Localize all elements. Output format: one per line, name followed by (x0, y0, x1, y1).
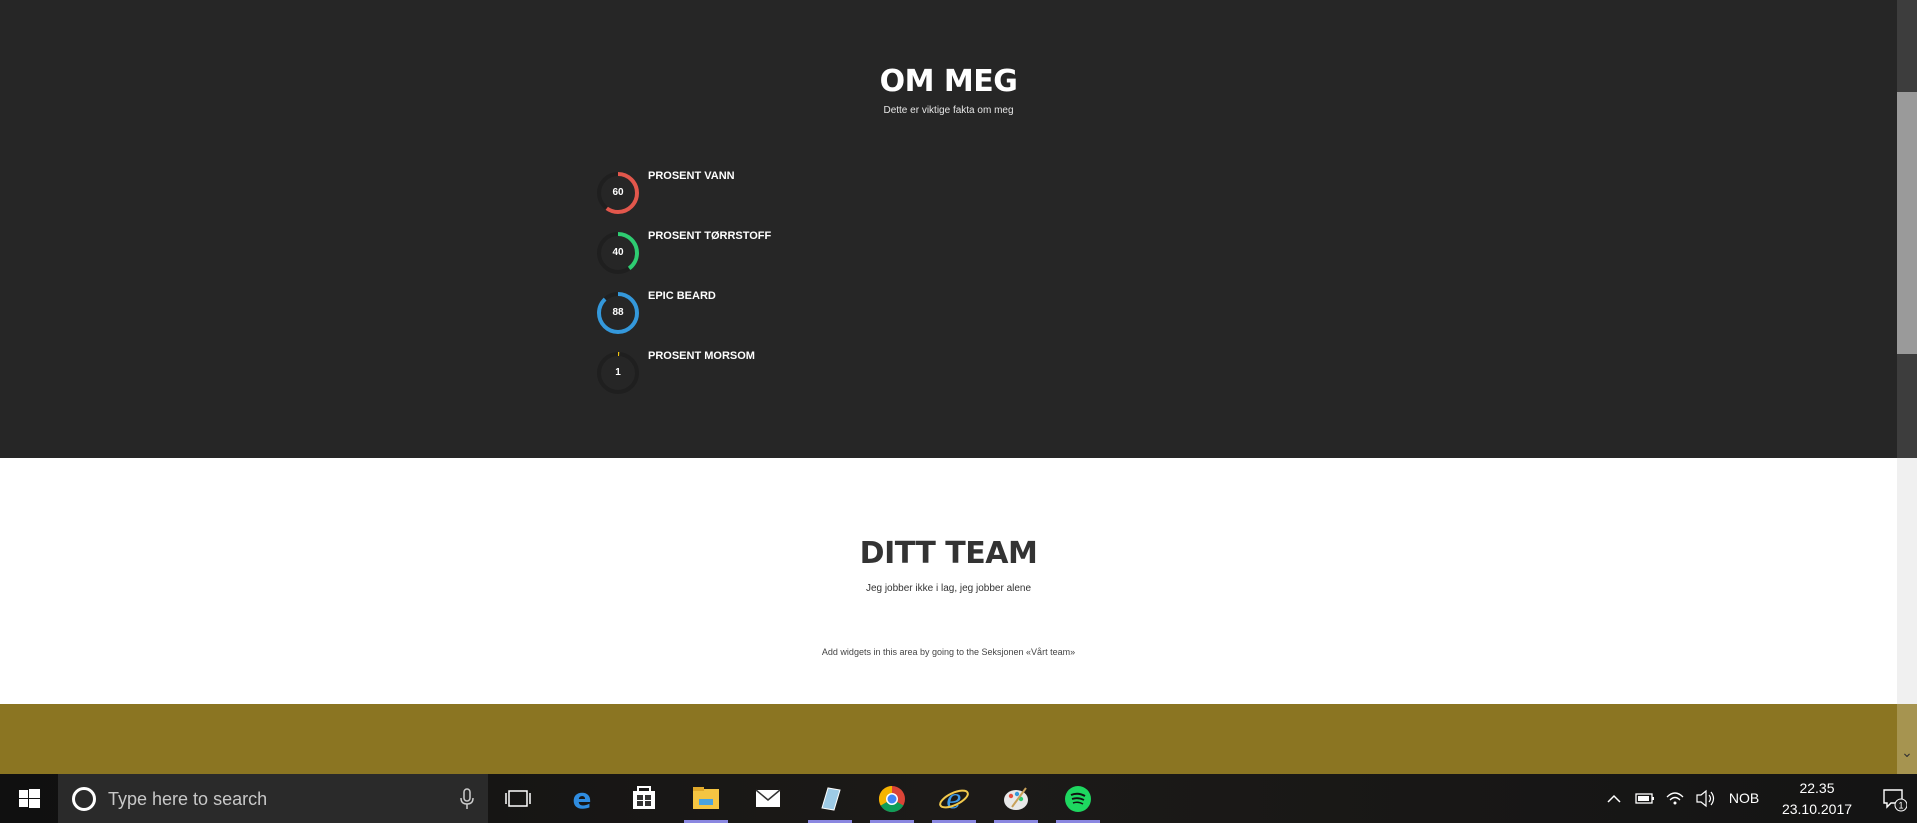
notification-count: 1 (1898, 801, 1903, 811)
svg-text:e: e (573, 782, 592, 815)
taskbar-app-store[interactable] (618, 774, 670, 823)
skill-value: 60 (612, 187, 624, 198)
windows-logo-icon (19, 789, 40, 808)
input-language-button[interactable]: NOB (1724, 774, 1764, 823)
team-subtitle: Jeg jobber ikke i lag, jeg jobber alene (865, 583, 1032, 594)
about-section: OM MEG Dette er viktige fakta om meg 60 … (0, 0, 1897, 458)
store-icon (633, 786, 655, 809)
widget-placeholder-text: Add widgets in this area by going to the… (821, 647, 1076, 657)
show-hidden-icons-button[interactable] (1604, 774, 1624, 823)
cortana-icon (72, 787, 96, 811)
skill-value: 40 (612, 247, 624, 258)
skill-label: PROSENT TØRRSTOFF (648, 230, 772, 242)
skill-label: PROSENT VANN (648, 170, 735, 182)
edge-icon: e (573, 782, 592, 815)
taskbar-app-spotify[interactable] (1052, 774, 1104, 823)
taskbar-app-mail[interactable] (742, 774, 794, 823)
battery-button[interactable] (1634, 774, 1656, 823)
task-view-button[interactable] (492, 774, 544, 823)
skill-item: 1 PROSENT MORSOM (595, 350, 895, 400)
clock-date: 23.10.2017 (1781, 801, 1853, 817)
internet-explorer-icon: e (939, 785, 969, 815)
about-subtitle: Dette er viktige fakta om meg (883, 105, 1014, 116)
start-button[interactable] (0, 774, 58, 823)
skill-item: 40 PROSENT TØRRSTOFF (595, 230, 895, 280)
team-section: DITT TEAM Jeg jobber ikke i lag, jeg job… (0, 458, 1897, 704)
skill-item: 88 EPIC BEARD (595, 290, 895, 340)
battery-icon (1635, 793, 1654, 804)
network-button[interactable] (1664, 774, 1686, 823)
microphone-icon[interactable] (460, 788, 474, 810)
chrome-icon (878, 785, 905, 813)
taskbar-clock[interactable]: 22.35 23.10.2017 (1777, 778, 1857, 820)
mail-icon (755, 789, 781, 807)
skill-value: 1 (615, 367, 621, 378)
svg-text:e: e (946, 785, 961, 815)
file-explorer-icon (693, 787, 719, 809)
taskbar-app-notes[interactable] (804, 774, 856, 823)
skill-label: PROSENT MORSOM (648, 350, 755, 362)
clock-time: 22.35 (1799, 780, 1835, 796)
browser-viewport: OM MEG Dette er viktige fakta om meg 60 … (0, 0, 1917, 774)
windows-taskbar: Type here to search e e NOB 22.35 23.10.… (0, 774, 1917, 823)
taskbar-app-internet-explorer[interactable]: e (928, 774, 980, 823)
notes-icon (821, 787, 841, 811)
paint-icon (1004, 787, 1028, 810)
scrollbar-track[interactable] (1897, 704, 1917, 774)
chevron-up-icon (1607, 794, 1621, 803)
about-title: OM MEG (879, 64, 1018, 99)
gold-section (0, 704, 1897, 774)
scrollbar-thumb[interactable] (1897, 92, 1917, 354)
spotify-icon (1065, 786, 1091, 812)
web-page: OM MEG Dette er viktige fakta om meg 60 … (0, 0, 1897, 774)
action-center-button[interactable]: 1 (1881, 786, 1908, 812)
taskbar-app-file-explorer[interactable] (680, 774, 732, 823)
vertical-scrollbar[interactable]: ⌄ (1897, 0, 1917, 774)
skill-value: 88 (612, 307, 624, 318)
skill-item: 60 PROSENT VANN (595, 170, 895, 220)
taskbar-app-paint[interactable] (990, 774, 1042, 823)
task-view-icon (505, 790, 531, 807)
taskbar-search-box[interactable]: Type here to search (58, 774, 488, 823)
taskbar-app-edge[interactable]: e (556, 774, 608, 823)
scrollbar-track[interactable] (1897, 458, 1917, 704)
speaker-icon (1696, 789, 1715, 808)
taskbar-app-chrome[interactable] (866, 774, 918, 823)
scroll-down-arrow-icon[interactable]: ⌄ (1897, 742, 1917, 762)
wifi-icon (1666, 792, 1684, 805)
volume-button[interactable] (1694, 774, 1716, 823)
team-title: DITT TEAM (859, 536, 1038, 571)
skill-label: EPIC BEARD (648, 290, 716, 302)
search-placeholder: Type here to search (108, 789, 268, 809)
notification-icon: 1 (1883, 789, 1908, 812)
